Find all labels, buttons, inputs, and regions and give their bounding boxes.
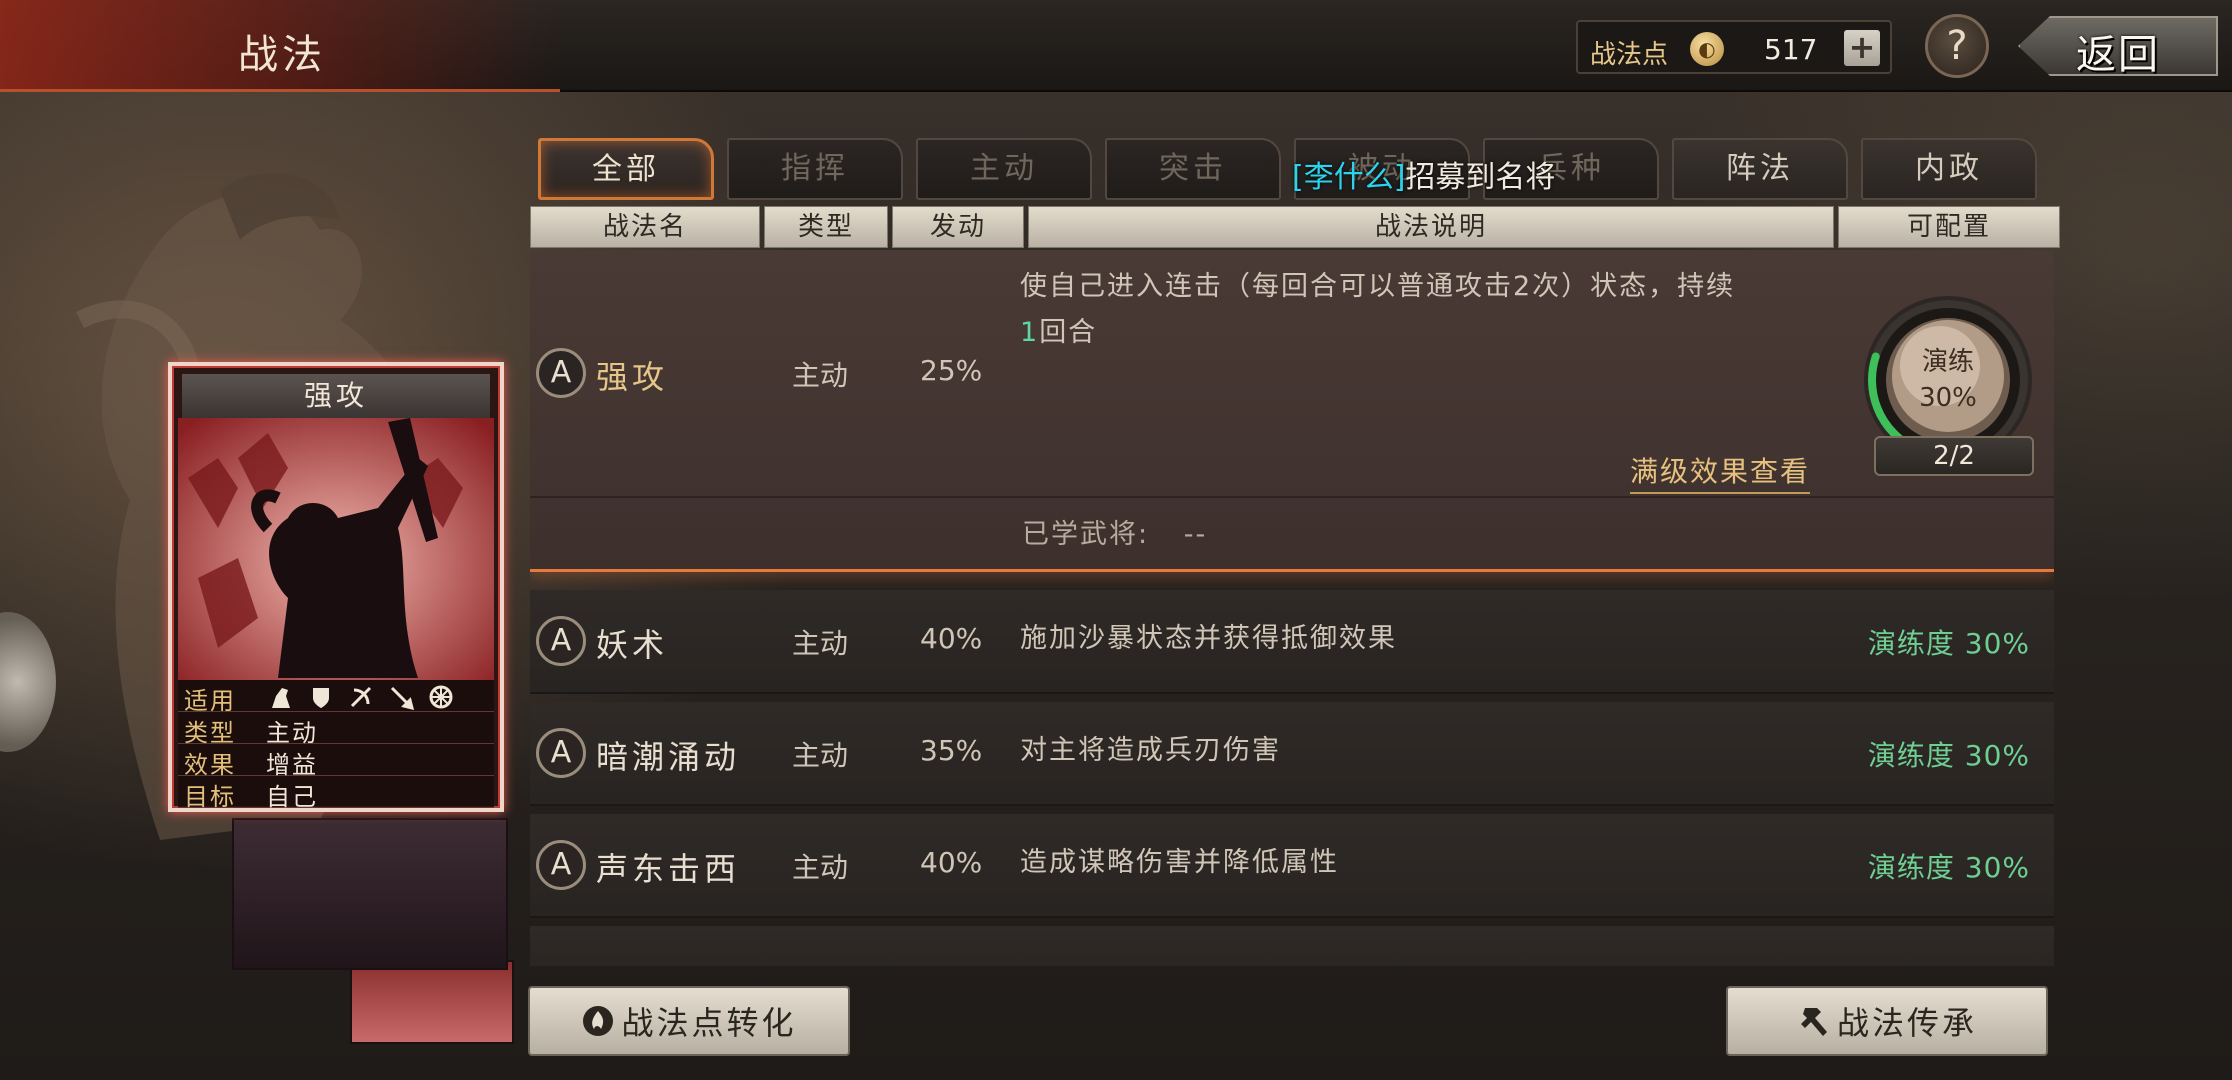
tactic-rate: 35% [920, 734, 983, 767]
card-info-row: 目标 自己 [178, 776, 494, 808]
grade-badge: A [536, 840, 586, 890]
tactic-row[interactable]: A 声东击西 主动 40% 造成谋略伤害并降低属性 演练度 30% [530, 814, 2054, 918]
mastery-level: 演练度 30% [1867, 739, 2030, 772]
tactic-type: 主动 [792, 851, 849, 884]
convert-points-label: 战法点转化 [621, 1004, 797, 1042]
card-info-row: 类型 主动 [178, 712, 494, 747]
tactic-description: 施加沙暴状态并获得抵御效果 [1020, 623, 1397, 654]
help-button[interactable]: ? [1925, 14, 1989, 78]
cavalry-icon [268, 684, 294, 710]
tactic-description-line1: 使自己进入连击（每回合可以普通攻击2次）状态，持续 [1020, 271, 1736, 302]
tab-command[interactable]: 指挥 [727, 138, 903, 200]
card-info-table: 适用 类型 主动 效果 增益 目标 自己 [178, 680, 494, 808]
convert-points-button[interactable]: 战法点转化 [528, 986, 850, 1056]
training-percent: 30% [1919, 383, 1977, 413]
tactic-description: 造成谋略伤害并降低属性 [1020, 847, 1339, 878]
card-info-value: 主动 [266, 719, 318, 747]
grade-badge: A [536, 348, 586, 398]
training-button[interactable]: 演练 30% [1908, 344, 1988, 416]
tactic-list: A 强攻 主动 25% 使自己进入连击（每回合可以普通攻击2次）状态，持续 1回… [530, 250, 2054, 966]
column-header-rate[interactable]: 发动 [892, 206, 1024, 248]
learned-generals-value: -- [1183, 519, 1208, 550]
card-info-value: 自己 [266, 783, 318, 811]
tab-assault[interactable]: 突击 [1105, 138, 1281, 200]
top-bar: 战法 战法点 ◐ 517 + ? 返回 [0, 0, 2232, 92]
spear-icon [388, 684, 415, 711]
hammer-icon [1797, 1004, 1831, 1038]
tactic-description: 使自己进入连击（每回合可以普通攻击2次）状态，持续 1回合 [1020, 264, 1840, 356]
add-points-button[interactable]: + [1844, 30, 1880, 66]
troop-type-icons [268, 684, 454, 711]
tab-formation[interactable]: 阵法 [1672, 138, 1848, 200]
recruit-general-name: [李什么] [1292, 160, 1406, 195]
tactic-name: 妖术 [596, 626, 669, 664]
tactic-type: 主动 [792, 627, 849, 660]
column-header-configurable[interactable]: 可配置 [1838, 206, 2060, 248]
tactic-point-icon: ◐ [1690, 32, 1724, 66]
tactic-description: 对主将造成兵刃伤害 [1020, 735, 1281, 766]
learned-generals: 已学武将: -- [1022, 512, 1207, 551]
page-title: 战法 [238, 32, 326, 78]
card-info-value: 增益 [266, 751, 318, 779]
back-button[interactable]: 返回 [2018, 16, 2218, 78]
tab-internal[interactable]: 内政 [1861, 138, 2037, 200]
grade-badge: A [536, 616, 586, 666]
column-header-description: 战法说明 [1028, 206, 1834, 248]
mastery-level: 演练度 30% [1867, 851, 2030, 884]
tactic-duration-number: 1 [1020, 317, 1040, 348]
mastery-level: 演练度 30% [1867, 627, 2030, 660]
tactic-name: 暗潮涌动 [596, 738, 741, 776]
tactic-duration-unit: 回合 [1039, 317, 1098, 348]
tactic-row-selected[interactable]: A 强攻 主动 25% 使自己进入连击（每回合可以普通攻击2次）状态，持续 1回… [530, 250, 2054, 572]
column-header-name[interactable]: 战法名 [530, 206, 760, 248]
tactic-type: 主动 [792, 739, 849, 772]
tactic-type: 主动 [792, 359, 849, 392]
inherit-tactic-label: 战法传承 [1836, 1004, 1977, 1042]
column-header-type[interactable]: 类型 [764, 206, 888, 248]
card-back-purple [232, 818, 508, 970]
tactic-name: 声东击西 [596, 850, 741, 888]
tactic-row[interactable]: A 妖术 主动 40% 施加沙暴状态并获得抵御效果 演练度 30% [530, 590, 2054, 694]
training-count-badge: 2/2 [1874, 436, 2034, 476]
full-level-effect-link[interactable]: 满级效果查看 [1630, 450, 1811, 494]
tab-all[interactable]: 全部 [538, 138, 714, 200]
card-info-row: 效果 增益 [178, 744, 494, 779]
row-divider [530, 496, 2054, 498]
back-button-label: 返回 [2076, 32, 2160, 78]
learned-generals-label: 已学武将: [1022, 519, 1150, 550]
training-label: 演练 [1921, 347, 1974, 377]
tactic-points-box: 战法点 ◐ 517 + [1576, 20, 1892, 74]
card-info-key: 效果 [184, 751, 236, 779]
tab-active[interactable]: 主动 [916, 138, 1092, 200]
wheel-icon [428, 684, 454, 710]
tactic-row[interactable]: A 暗潮涌动 主动 35% 对主将造成兵刃伤害 演练度 30% [530, 702, 2054, 806]
tactic-name: 强攻 [596, 358, 669, 396]
card-back-red [350, 960, 514, 1044]
tactic-description-line2: 1回合 [1020, 310, 1840, 356]
tactic-card: 强攻 适用 类型 主动 效果 增益 目标 自己 [168, 362, 504, 812]
bow-icon [348, 684, 374, 710]
recruit-text: 招募到名将 [1405, 160, 1556, 195]
tactic-points-label: 战法点 [1590, 40, 1669, 70]
shield-icon [308, 684, 334, 710]
flame-icon [581, 1004, 615, 1038]
recruit-notification: [李什么]招募到名将 [1292, 152, 1555, 196]
tactic-points-value: 517 [1764, 33, 1818, 66]
tactic-rate: 25% [920, 354, 983, 387]
card-info-key: 适用 [184, 687, 236, 715]
card-art-warrior [178, 418, 494, 680]
tactic-rate: 40% [920, 846, 983, 879]
tactic-rate: 40% [920, 622, 983, 655]
card-info-row: 适用 [178, 680, 494, 715]
tactic-row-partial[interactable] [530, 926, 2054, 966]
inherit-tactic-button[interactable]: 战法传承 [1726, 986, 2048, 1056]
card-title: 强攻 [182, 374, 490, 418]
card-info-key: 类型 [184, 719, 236, 747]
card-info-key: 目标 [184, 783, 236, 811]
grade-badge: A [536, 728, 586, 778]
